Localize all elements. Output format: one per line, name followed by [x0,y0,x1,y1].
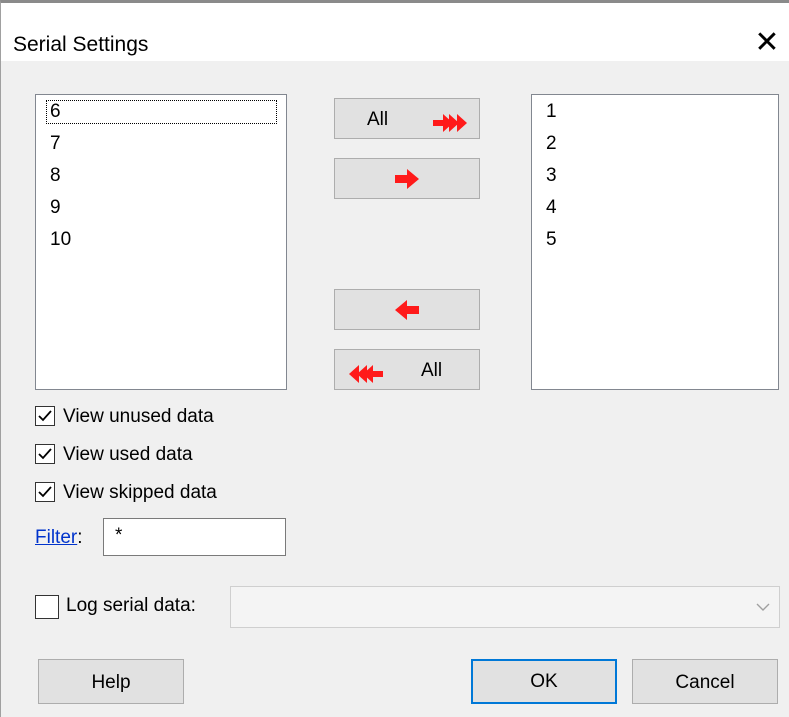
view-skipped-checkbox[interactable] [35,482,55,502]
view-used-label: View used data [63,444,193,465]
view-unused-label: View unused data [63,406,214,427]
view-skipped-label: View skipped data [63,482,217,503]
ok-button[interactable]: OK [471,659,617,704]
checkmark-icon [38,410,52,422]
log-path-dropdown[interactable] [230,586,780,628]
list-item[interactable]: 5 [546,229,557,251]
list-item[interactable]: 2 [546,133,557,155]
chevron-down-icon[interactable] [755,599,771,620]
ok-label: OK [530,671,558,692]
checkmark-icon [38,486,52,498]
double-left-arrow-icon [347,359,383,400]
list-item[interactable]: 7 [50,133,61,155]
list-item[interactable]: 4 [546,197,557,219]
help-label: Help [91,672,131,693]
cancel-label: Cancel [675,672,735,693]
remove-all-button[interactable]: All [334,349,480,390]
add-selected-button[interactable] [334,158,480,199]
help-button[interactable]: Help [38,659,184,704]
dialog-window: Serial Settings ✕ 6 7 8 9 10 All All 1 2… [0,0,789,717]
view-unused-checkbox[interactable] [35,406,55,426]
selected-listbox[interactable]: 1 2 3 4 5 [531,94,779,390]
filter-link[interactable]: Filter [35,527,77,548]
filter-row: Filter: [35,527,83,549]
right-arrow-icon [395,168,421,196]
add-all-button[interactable]: All [334,98,480,139]
close-icon[interactable]: ✕ [753,28,781,58]
add-all-label: All [367,109,389,130]
list-item[interactable]: 3 [546,165,557,187]
cancel-button[interactable]: Cancel [632,659,778,704]
list-item[interactable]: 8 [50,165,61,187]
dialog-title: Serial Settings [13,33,149,56]
list-item[interactable]: 1 [546,101,557,123]
remove-all-label: All [421,360,443,381]
filter-input[interactable]: * [103,518,286,556]
view-used-checkbox[interactable] [35,444,55,464]
list-item[interactable]: 9 [50,197,61,219]
list-item[interactable]: 10 [50,229,71,251]
available-listbox[interactable]: 6 7 8 9 10 [35,94,287,390]
list-item[interactable]: 6 [46,100,277,124]
double-right-arrow-icon [433,108,469,149]
log-serial-checkbox[interactable] [35,595,59,619]
left-arrow-icon [395,299,421,327]
filter-value: * [115,525,123,546]
log-serial-label: Log serial data: [66,595,196,616]
checkmark-icon [38,448,52,460]
remove-selected-button[interactable] [334,289,480,330]
filter-colon: : [77,527,83,548]
title-bar: Serial Settings ✕ [1,3,789,61]
